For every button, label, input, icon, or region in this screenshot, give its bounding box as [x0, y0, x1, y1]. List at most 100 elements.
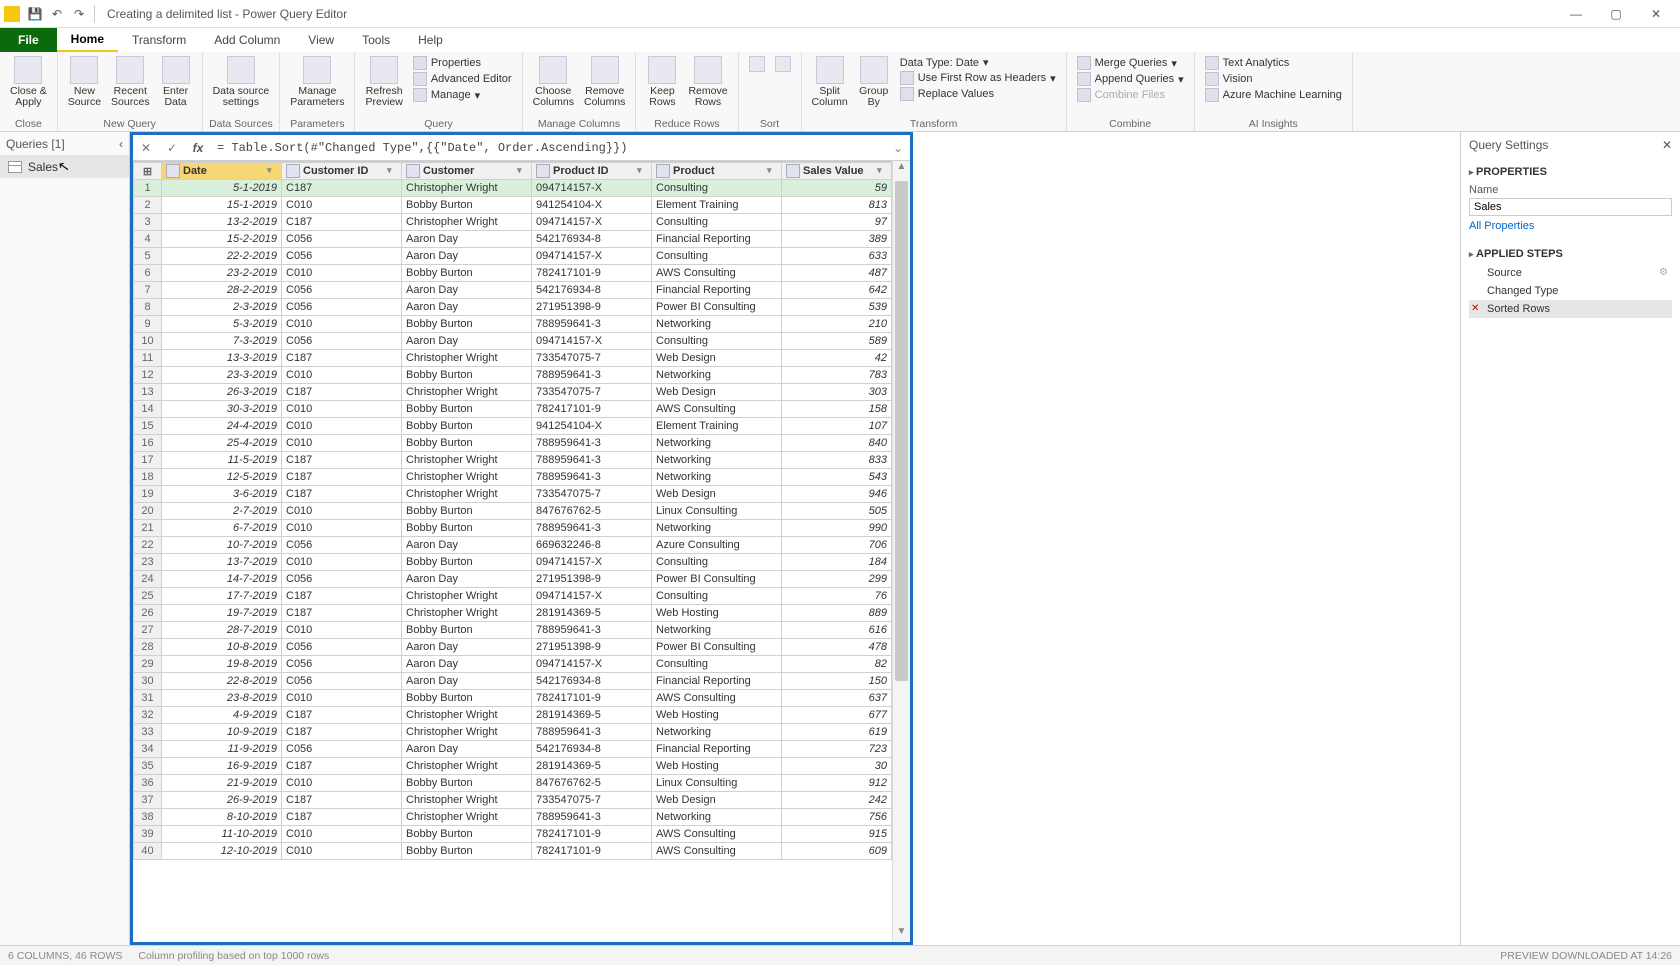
- cell[interactable]: Christopher Wright: [402, 724, 532, 741]
- cell[interactable]: 733547075-7: [532, 384, 652, 401]
- table-row[interactable]: 1113-3-2019C187Christopher Wright7335470…: [134, 350, 892, 367]
- cell[interactable]: C187: [282, 452, 402, 469]
- cell[interactable]: Power BI Consulting: [652, 639, 782, 656]
- cell[interactable]: Networking: [652, 520, 782, 537]
- cell[interactable]: 4-9-2019: [162, 707, 282, 724]
- cell[interactable]: 28: [134, 639, 162, 656]
- cell[interactable]: Financial Reporting: [652, 231, 782, 248]
- cell[interactable]: C187: [282, 180, 402, 197]
- vertical-scrollbar[interactable]: ▲ ▼: [892, 161, 910, 942]
- cell[interactable]: 26: [134, 605, 162, 622]
- cell[interactable]: Power BI Consulting: [652, 571, 782, 588]
- applied-step[interactable]: Sorted Rows✕: [1469, 300, 1672, 318]
- group-by-button[interactable]: GroupBy: [854, 54, 894, 110]
- table-row[interactable]: 107-3-2019C056Aaron Day094714157-XConsul…: [134, 333, 892, 350]
- cell[interactable]: 31: [134, 690, 162, 707]
- cell[interactable]: 669632246-8: [532, 537, 652, 554]
- table-row[interactable]: 3411-9-2019C056Aaron Day542176934-8Finan…: [134, 741, 892, 758]
- cell[interactable]: Bobby Burton: [402, 367, 532, 384]
- cell[interactable]: 10: [134, 333, 162, 350]
- cell[interactable]: 5-3-2019: [162, 316, 282, 333]
- cell[interactable]: 36: [134, 775, 162, 792]
- cell[interactable]: 733547075-7: [532, 792, 652, 809]
- cell[interactable]: AWS Consulting: [652, 843, 782, 860]
- cell[interactable]: Bobby Burton: [402, 418, 532, 435]
- cell[interactable]: 094714157-X: [532, 333, 652, 350]
- cell[interactable]: 150: [782, 673, 892, 690]
- cell[interactable]: Bobby Burton: [402, 265, 532, 282]
- cell[interactable]: 13-2-2019: [162, 214, 282, 231]
- cell[interactable]: 20: [134, 503, 162, 520]
- cell[interactable]: 271951398-9: [532, 571, 652, 588]
- cell[interactable]: 782417101-9: [532, 843, 652, 860]
- cell[interactable]: 299: [782, 571, 892, 588]
- all-properties-link[interactable]: All Properties: [1469, 216, 1672, 236]
- cell[interactable]: C187: [282, 724, 402, 741]
- column-header-customer-id[interactable]: Customer ID▾: [282, 163, 402, 180]
- cell[interactable]: C056: [282, 741, 402, 758]
- advanced-editor-button[interactable]: Advanced Editor: [413, 72, 512, 86]
- properties-button[interactable]: Properties: [413, 56, 512, 70]
- cell[interactable]: 21-9-2019: [162, 775, 282, 792]
- cell[interactable]: 24-4-2019: [162, 418, 282, 435]
- first-row-headers-button[interactable]: Use First Row as Headers ▾: [900, 71, 1056, 85]
- cell[interactable]: 756: [782, 809, 892, 826]
- cell[interactable]: 303: [782, 384, 892, 401]
- cell[interactable]: Element Training: [652, 197, 782, 214]
- table-row[interactable]: 522-2-2019C056Aaron Day094714157-XConsul…: [134, 248, 892, 265]
- tab-add-column[interactable]: Add Column: [200, 28, 294, 52]
- cell[interactable]: 915: [782, 826, 892, 843]
- cell[interactable]: Christopher Wright: [402, 605, 532, 622]
- cell[interactable]: 184: [782, 554, 892, 571]
- table-row[interactable]: 1812-5-2019C187Christopher Wright7889596…: [134, 469, 892, 486]
- cell[interactable]: C187: [282, 350, 402, 367]
- cell[interactable]: Christopher Wright: [402, 469, 532, 486]
- cell[interactable]: 11-9-2019: [162, 741, 282, 758]
- table-row[interactable]: 415-2-2019C056Aaron Day542176934-8Financ…: [134, 231, 892, 248]
- cell[interactable]: 788959641-3: [532, 724, 652, 741]
- cell[interactable]: 813: [782, 197, 892, 214]
- cell[interactable]: AWS Consulting: [652, 265, 782, 282]
- save-icon[interactable]: 💾: [24, 3, 46, 25]
- cell[interactable]: C010: [282, 826, 402, 843]
- table-row[interactable]: 1326-3-2019C187Christopher Wright7335470…: [134, 384, 892, 401]
- cell[interactable]: 25-4-2019: [162, 435, 282, 452]
- tab-help[interactable]: Help: [404, 28, 457, 52]
- cell[interactable]: Bobby Burton: [402, 690, 532, 707]
- cell[interactable]: 847676762-5: [532, 503, 652, 520]
- table-row[interactable]: 1524-4-2019C010Bobby Burton941254104-XEl…: [134, 418, 892, 435]
- queries-collapse-icon[interactable]: ‹: [119, 137, 123, 151]
- cell[interactable]: Networking: [652, 316, 782, 333]
- table-row[interactable]: 3123-8-2019C010Bobby Burton782417101-9AW…: [134, 690, 892, 707]
- cell[interactable]: Power BI Consulting: [652, 299, 782, 316]
- cell[interactable]: 28-2-2019: [162, 282, 282, 299]
- cell[interactable]: 094714157-X: [532, 180, 652, 197]
- cell[interactable]: 11: [134, 350, 162, 367]
- cell[interactable]: Bobby Burton: [402, 316, 532, 333]
- row-header[interactable]: ⊞: [134, 163, 162, 180]
- cell[interactable]: C187: [282, 809, 402, 826]
- cell[interactable]: Bobby Burton: [402, 622, 532, 639]
- column-header-date[interactable]: Date▾: [162, 163, 282, 180]
- cell[interactable]: Linux Consulting: [652, 775, 782, 792]
- sort-asc-button[interactable]: [745, 54, 769, 76]
- cell[interactable]: 3-6-2019: [162, 486, 282, 503]
- cell[interactable]: 10-7-2019: [162, 537, 282, 554]
- cell[interactable]: 889: [782, 605, 892, 622]
- redo-icon[interactable]: ↷: [68, 3, 90, 25]
- cell[interactable]: 7: [134, 282, 162, 299]
- cell[interactable]: 35: [134, 758, 162, 775]
- cell[interactable]: 12: [134, 367, 162, 384]
- cell[interactable]: Consulting: [652, 214, 782, 231]
- table-row[interactable]: 2919-8-2019C056Aaron Day094714157-XConsu…: [134, 656, 892, 673]
- manage-button[interactable]: Manage ▾: [413, 88, 512, 102]
- applied-step[interactable]: Changed Type: [1469, 282, 1672, 300]
- remove-rows-button[interactable]: RemoveRows: [684, 54, 731, 110]
- table-row[interactable]: 3621-9-2019C010Bobby Burton847676762-5Li…: [134, 775, 892, 792]
- cell[interactable]: Christopher Wright: [402, 809, 532, 826]
- cell[interactable]: 10-9-2019: [162, 724, 282, 741]
- cell[interactable]: Consulting: [652, 554, 782, 571]
- data-source-settings-button[interactable]: Data sourcesettings: [209, 54, 274, 110]
- cell[interactable]: 10-8-2019: [162, 639, 282, 656]
- table-row[interactable]: 1223-3-2019C010Bobby Burton788959641-3Ne…: [134, 367, 892, 384]
